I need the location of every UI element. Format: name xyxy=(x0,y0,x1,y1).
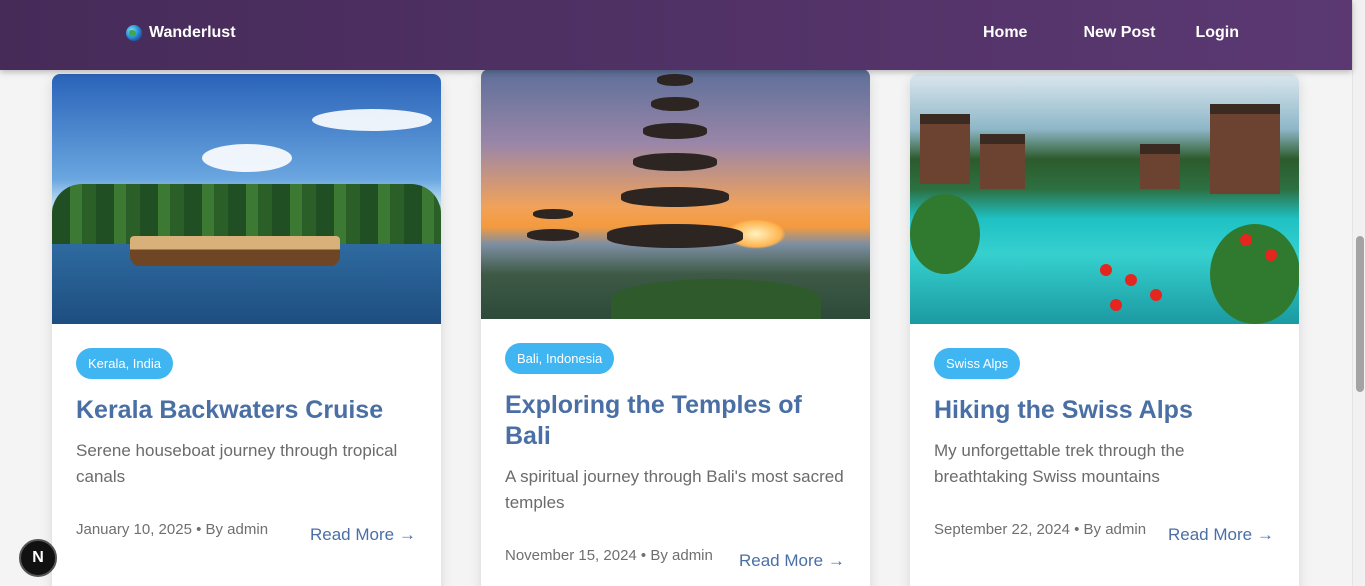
small-pagoda-tier xyxy=(533,209,573,219)
houseboat xyxy=(130,236,340,266)
post-image-kerala[interactable] xyxy=(52,74,441,324)
small-pagoda-tier xyxy=(527,229,579,241)
page-scrollbar[interactable] xyxy=(1352,0,1365,586)
post-description: Serene houseboat journey through tropica… xyxy=(76,441,398,486)
location-tag[interactable]: Swiss Alps xyxy=(934,348,1021,379)
post-card-kerala[interactable]: Kerala, India Kerala Backwaters Cruise S… xyxy=(52,74,441,586)
post-card-body: Kerala, India Kerala Backwaters Cruise S… xyxy=(52,324,441,490)
brand-logo[interactable]: Wanderlust xyxy=(126,24,236,42)
temple-island xyxy=(611,279,821,319)
red-flower xyxy=(1150,289,1162,301)
red-flower xyxy=(1110,299,1122,311)
foliage xyxy=(910,194,980,274)
pagoda-tier xyxy=(657,74,693,86)
globe-icon xyxy=(126,25,142,41)
post-card-body: Bali, Indonesia Exploring the Temples of… xyxy=(481,319,870,516)
post-image-swiss[interactable] xyxy=(910,74,1299,324)
location-tag[interactable]: Bali, Indonesia xyxy=(505,343,615,374)
red-flower xyxy=(1100,264,1112,276)
post-card-swiss[interactable]: Swiss Alps Hiking the Swiss Alps My unfo… xyxy=(910,74,1299,586)
post-meta: November 15, 2024 • By admin xyxy=(505,547,713,564)
nav-login-link[interactable]: Login xyxy=(1195,24,1239,42)
pagoda-tier xyxy=(621,187,729,207)
nextjs-dev-badge[interactable]: N xyxy=(19,539,57,577)
location-tag[interactable]: Kerala, India xyxy=(76,348,173,379)
post-card-bali[interactable]: Bali, Indonesia Exploring the Temples of… xyxy=(481,69,870,586)
red-flower xyxy=(1265,249,1277,261)
nav-home-link[interactable]: Home xyxy=(983,24,1027,42)
post-image-bali[interactable] xyxy=(481,69,870,319)
palm-trees xyxy=(52,184,441,244)
read-more-link[interactable]: Read More → xyxy=(310,525,416,545)
nav-links: Home New Post Login xyxy=(983,24,1239,42)
pagoda-tier xyxy=(643,123,707,139)
scrollbar-thumb[interactable] xyxy=(1356,236,1364,392)
chalet xyxy=(920,114,970,184)
post-meta: January 10, 2025 • By admin xyxy=(76,521,269,538)
pagoda-tier xyxy=(607,224,743,248)
post-description: My unforgettable trek through the breath… xyxy=(934,441,1185,486)
chalet xyxy=(980,134,1025,189)
top-navbar: Wanderlust Home New Post Login xyxy=(0,0,1352,70)
red-flower xyxy=(1240,234,1252,246)
cloud-shape xyxy=(202,144,292,172)
cloud-shape xyxy=(312,109,432,131)
pagoda-tier xyxy=(651,97,699,111)
pagoda-tier xyxy=(633,153,717,171)
post-meta: September 22, 2024 • By admin xyxy=(934,521,1147,538)
post-description: A spiritual journey through Bali's most … xyxy=(505,467,844,512)
foliage xyxy=(1210,224,1299,324)
post-title[interactable]: Kerala Backwaters Cruise xyxy=(76,395,417,426)
read-more-link[interactable]: Read More → xyxy=(1168,525,1274,545)
brand-name: Wanderlust xyxy=(149,24,236,41)
post-card-body: Swiss Alps Hiking the Swiss Alps My unfo… xyxy=(910,324,1299,490)
red-flower xyxy=(1125,274,1137,286)
nav-new-post-link[interactable]: New Post xyxy=(1083,24,1155,42)
chalet xyxy=(1140,144,1180,189)
read-more-link[interactable]: Read More → xyxy=(739,551,845,571)
post-title[interactable]: Hiking the Swiss Alps xyxy=(934,395,1275,426)
post-title[interactable]: Exploring the Temples of Bali xyxy=(505,390,846,452)
chalet xyxy=(1210,104,1280,194)
